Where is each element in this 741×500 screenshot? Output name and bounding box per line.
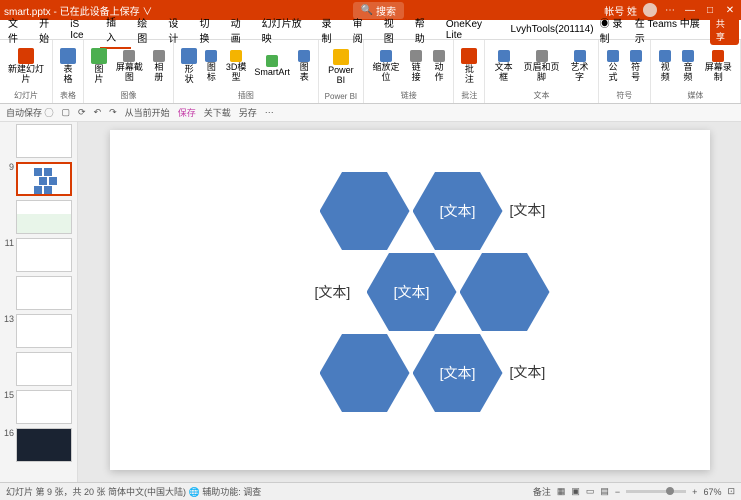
hexagon[interactable] <box>320 172 410 250</box>
qa-save[interactable]: ▢ <box>62 107 71 118</box>
hexagon[interactable] <box>460 253 550 331</box>
3d-button[interactable]: 3D模型 <box>223 42 250 90</box>
wordart-button[interactable]: 艺术字 <box>565 42 593 90</box>
video-button[interactable]: 视频 <box>655 42 676 90</box>
view-slideshow[interactable]: ▤ <box>600 486 609 497</box>
hexagon[interactable]: [文本] <box>367 253 457 331</box>
thumb[interactable]: 11 <box>2 238 75 272</box>
powerbi-button[interactable]: Power BI <box>323 42 360 92</box>
group-label: 图像 <box>88 90 169 101</box>
hex-label[interactable]: [文本] <box>510 362 546 382</box>
group-label: 媒体 <box>655 90 736 101</box>
status-bar: 幻灯片 第 9 张，共 20 张 简体中文(中国大陆) 🌐 辅助功能: 调查 备… <box>0 482 741 500</box>
slide[interactable]: [文本] [文本] [文本] [文本] [文本] [文本] <box>110 130 710 470</box>
screenrec-button[interactable]: 屏幕录制 <box>700 42 736 90</box>
symbol-button[interactable]: 符号 <box>625 42 646 90</box>
group-label: Power BI <box>323 92 360 101</box>
hexagon[interactable]: [文本] <box>413 172 503 250</box>
zoom-in[interactable]: + <box>692 487 697 497</box>
chart-button[interactable]: 图表 <box>295 42 314 90</box>
qa-fromstart[interactable]: 从当前开始 <box>125 106 170 119</box>
quick-access-toolbar: 自动保存 ◯ ▢ ⟳ ↶ ↷ 从当前开始 保存 关下载 另存 ⋯ <box>0 104 741 122</box>
tab-lvyh[interactable]: LvyhTools(201114) <box>505 21 600 38</box>
qa-saveas[interactable]: 另存 <box>239 106 257 119</box>
group-label: 幻灯片 <box>4 90 48 101</box>
qa-download[interactable]: 关下载 <box>204 106 231 119</box>
zoom-level[interactable]: 67% <box>703 487 721 497</box>
notes-button[interactable]: 备注 <box>533 485 551 498</box>
equation-button[interactable]: 公式 <box>603 42 624 90</box>
thumb[interactable]: 15 <box>2 390 75 424</box>
qa-redo[interactable]: ⟳ <box>78 107 86 118</box>
thumb[interactable]: 9 <box>2 162 75 196</box>
group-label: 符号 <box>603 90 646 101</box>
group-label: 表格 <box>57 90 79 101</box>
link-button[interactable]: 链接 <box>406 42 427 90</box>
hexagon[interactable]: [文本] <box>413 334 503 412</box>
group-label: 批注 <box>458 90 480 101</box>
picture-button[interactable]: 图片 <box>88 42 110 90</box>
ribbon-tabs: 文件 开始 iS Ice 插入 绘图 设计 切换 动画 幻灯片放映 录制 审阅 … <box>0 20 741 40</box>
qa-save2[interactable]: 保存 <box>178 106 196 119</box>
thumb[interactable]: 16 <box>2 428 75 462</box>
thumb[interactable]: 13 <box>2 314 75 348</box>
thumb[interactable] <box>2 276 75 310</box>
album-button[interactable]: 相册 <box>149 42 169 90</box>
qa-undo[interactable]: ↶ <box>94 107 102 118</box>
thumb[interactable] <box>2 200 75 234</box>
textbox-button[interactable]: 文本框 <box>489 42 517 90</box>
group-label: 插图 <box>178 90 313 101</box>
view-normal[interactable]: ▦ <box>557 486 566 497</box>
qa-redo2[interactable]: ↷ <box>109 107 117 118</box>
zoom-out[interactable]: − <box>615 487 620 497</box>
new-slide-button[interactable]: 新建幻灯片 <box>4 42 48 90</box>
status-left: 幻灯片 第 9 张，共 20 张 简体中文(中国大陆) 🌐 辅助功能: 调查 <box>6 485 261 498</box>
view-sorter[interactable]: ▣ <box>571 486 580 497</box>
qa-more[interactable]: ⋯ <box>265 107 274 118</box>
hexagon[interactable] <box>320 334 410 412</box>
ribbon: 新建幻灯片 幻灯片 表格 表格 图片 屏幕截图 相册 图像 形状 图标 3D模型… <box>0 40 741 104</box>
zoom-button[interactable]: 缩放定位 <box>368 42 404 90</box>
thumb[interactable] <box>2 124 75 158</box>
hex-label[interactable]: [文本] <box>315 282 351 302</box>
slide-canvas[interactable]: [文本] [文本] [文本] [文本] [文本] [文本] <box>78 122 741 482</box>
group-label: 链接 <box>368 90 449 101</box>
thumb[interactable] <box>2 352 75 386</box>
slide-thumbnails: 9 11 13 15 16 <box>0 122 78 482</box>
audio-button[interactable]: 音频 <box>678 42 699 90</box>
icons-button[interactable]: 图标 <box>202 42 221 90</box>
header-button[interactable]: 页眉和页脚 <box>520 42 563 90</box>
view-reading[interactable]: ▭ <box>586 486 595 497</box>
shapes-button[interactable]: 形状 <box>178 42 200 90</box>
zoom-slider[interactable] <box>626 490 686 493</box>
comment-button[interactable]: 批注 <box>458 42 480 90</box>
hex-label[interactable]: [文本] <box>510 200 546 220</box>
group-label: 文本 <box>489 90 593 101</box>
autosave-toggle[interactable]: 自动保存 ◯ <box>6 106 54 119</box>
smartart-button[interactable]: SmartArt <box>251 42 293 90</box>
screenshot-button[interactable]: 屏幕截图 <box>112 42 147 90</box>
table-button[interactable]: 表格 <box>57 42 79 90</box>
fit-button[interactable]: ⊡ <box>727 486 735 497</box>
action-button[interactable]: 动作 <box>429 42 450 90</box>
